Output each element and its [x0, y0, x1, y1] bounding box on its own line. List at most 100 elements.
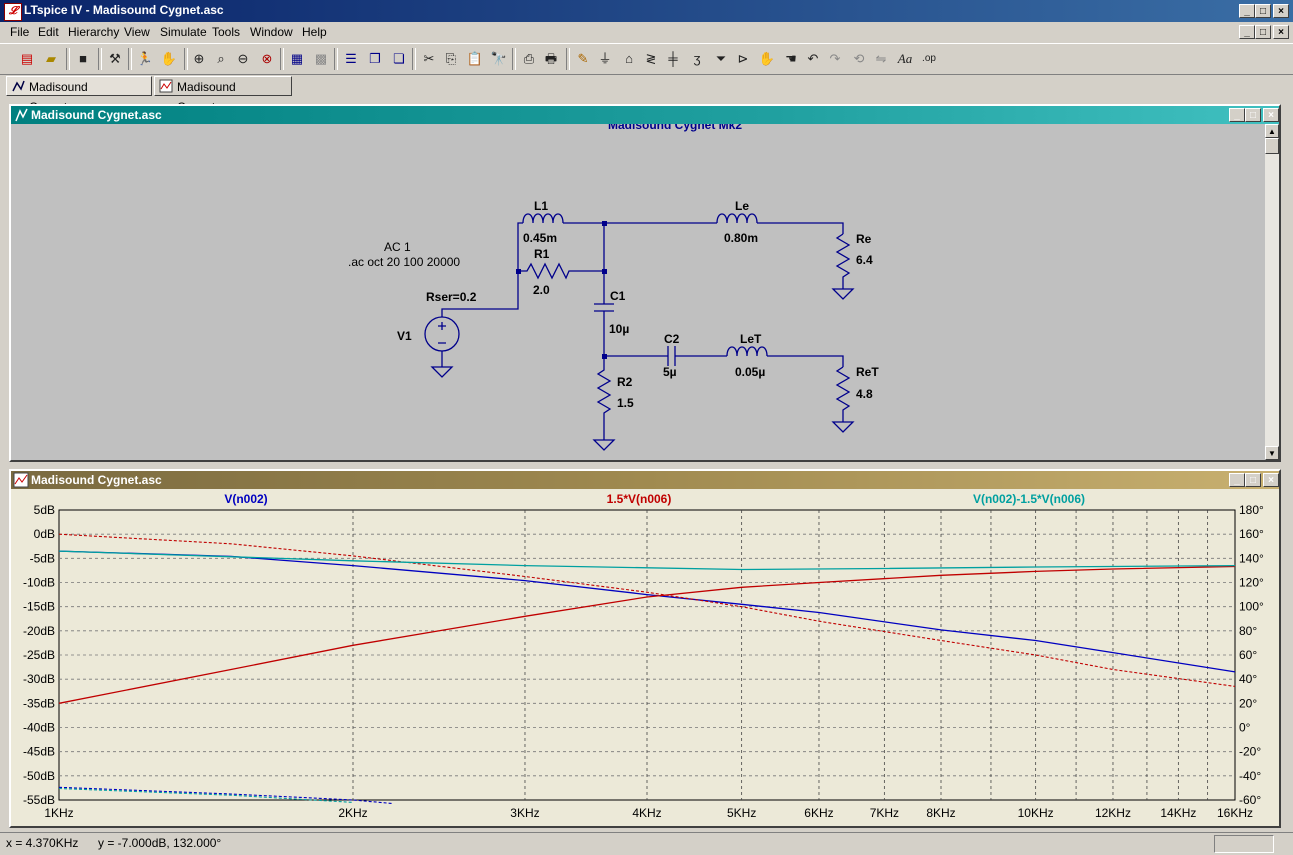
ret-value[interactable]: 4.8: [856, 387, 873, 401]
x-tick-label: 14KHz: [1160, 806, 1196, 820]
le-name[interactable]: Le: [735, 199, 749, 213]
capacitor-icon[interactable]: ╪: [662, 49, 684, 69]
mirror-icon[interactable]: ⇋: [870, 49, 892, 69]
tile-vertical-icon[interactable]: ❏: [388, 49, 410, 69]
l1-name[interactable]: L1: [534, 199, 548, 213]
schematic-close-button[interactable]: ×: [1263, 108, 1279, 122]
scroll-down-button[interactable]: ▼: [1265, 446, 1279, 460]
title-bar[interactable]: 𝓛 LTspice IV - Madisound Cygnet.asc _ □ …: [0, 0, 1293, 22]
bode-plot[interactable]: 5dB 0dB -5dB -10dB -15dB -20dB -25dB -30dB -35dB…: [11, 489, 1279, 826]
tile-horizontal-icon[interactable]: ☰: [340, 49, 362, 69]
x-tick-label: 2KHz: [338, 806, 367, 820]
mdi-minimize-button[interactable]: _: [1239, 25, 1255, 39]
zoom-in-icon[interactable]: ⊕: [188, 49, 210, 69]
waveform-maximize-button[interactable]: □: [1245, 473, 1261, 487]
l1-value[interactable]: 0.45m: [523, 231, 557, 245]
menu-window[interactable]: Window: [250, 25, 293, 39]
zoom-out-icon[interactable]: ⊖: [232, 49, 254, 69]
mdi-close-button[interactable]: ×: [1273, 25, 1289, 39]
c2-value[interactable]: 5µ: [663, 365, 677, 379]
c1-value[interactable]: 10µ: [609, 322, 629, 336]
autorange-icon[interactable]: ▦: [286, 49, 308, 69]
waveform-window-titlebar[interactable]: Madisound Cygnet.asc _ □ ×: [11, 471, 1279, 489]
menu-edit[interactable]: Edit: [38, 25, 59, 39]
scroll-thumb[interactable]: [1265, 138, 1279, 154]
menu-tools[interactable]: Tools: [212, 25, 240, 39]
wire-icon[interactable]: ✎: [572, 49, 594, 69]
schematic-scrollbar[interactable]: ▲ ▼: [1265, 124, 1279, 460]
component-icon[interactable]: ⊳: [732, 49, 754, 69]
find-icon[interactable]: 🔭: [488, 49, 510, 69]
v1-param[interactable]: Rser=0.2: [426, 290, 476, 304]
redo-icon[interactable]: ↷: [824, 49, 846, 69]
le-value[interactable]: 0.80m: [724, 231, 758, 245]
close-button[interactable]: ×: [1273, 4, 1289, 18]
inductor-icon[interactable]: ʒ: [686, 49, 708, 69]
ret-name[interactable]: ReT: [856, 365, 879, 379]
waveform-close-button[interactable]: ×: [1263, 473, 1279, 487]
zoom-cancel-icon[interactable]: ⊗: [256, 49, 278, 69]
open-icon[interactable]: ▰: [40, 49, 62, 69]
undo-icon[interactable]: ↶: [802, 49, 824, 69]
diode-icon[interactable]: ⏷: [710, 49, 732, 69]
y-left-tick-label: -20dB: [23, 624, 55, 638]
scroll-up-button[interactable]: ▲: [1265, 124, 1279, 138]
menu-hierarchy[interactable]: Hierarchy: [68, 25, 119, 39]
halt-icon[interactable]: ✋: [158, 49, 180, 69]
label-icon[interactable]: ⌂: [618, 49, 640, 69]
menu-file[interactable]: File: [10, 25, 29, 39]
re-value[interactable]: 6.4: [856, 253, 873, 267]
re-name[interactable]: Re: [856, 232, 871, 246]
move-icon[interactable]: ✋: [756, 49, 778, 69]
maximize-button[interactable]: □: [1255, 4, 1271, 18]
c1-name[interactable]: C1: [610, 289, 625, 303]
c2-name[interactable]: C2: [664, 332, 679, 346]
print-icon[interactable]: 🖶: [540, 49, 562, 69]
r1-name[interactable]: R1: [534, 247, 549, 261]
cut-icon[interactable]: ✂: [418, 49, 440, 69]
schematic-canvas[interactable]: Madisound Cygnet Mk2 AC 1 .ac oct 20 100…: [11, 124, 1265, 460]
menu-simulate[interactable]: Simulate: [160, 25, 207, 39]
run-icon[interactable]: 🏃: [134, 49, 156, 69]
spice-directive-icon[interactable]: .op: [918, 49, 940, 69]
r1-value[interactable]: 2.0: [533, 283, 550, 297]
ac-source-directive[interactable]: AC 1: [384, 240, 411, 254]
schematic-window[interactable]: Madisound Cygnet.asc _ □ × Madisound Cyg…: [9, 104, 1281, 462]
text-icon[interactable]: Aa: [894, 49, 916, 69]
menu-view[interactable]: View: [124, 25, 150, 39]
cascade-icon[interactable]: ❐: [364, 49, 386, 69]
ltspice-logo-icon[interactable]: 𝓛: [4, 3, 22, 21]
zoom-area-icon[interactable]: ⌕: [210, 49, 232, 69]
let-name[interactable]: LeT: [740, 332, 761, 346]
schematic-maximize-button[interactable]: □: [1245, 108, 1261, 122]
ground-icon[interactable]: ⏚: [594, 49, 616, 69]
menu-help[interactable]: Help: [302, 25, 327, 39]
grid-icon[interactable]: ▩: [310, 49, 332, 69]
schematic-minimize-button[interactable]: _: [1229, 108, 1245, 122]
waveform-window[interactable]: Madisound Cygnet.asc _ □ × 5dB 0dB -5dB -10…: [9, 469, 1281, 828]
y-left-tick-label: -50dB: [23, 769, 55, 783]
waveform-minimize-button[interactable]: _: [1229, 473, 1245, 487]
tab-waveform[interactable]: Madisound Cygnet.asc: [154, 76, 292, 114]
plot-pane[interactable]: 5dB 0dB -5dB -10dB -15dB -20dB -25dB -30dB -35dB…: [11, 489, 1279, 826]
let-value[interactable]: 0.05µ: [735, 365, 765, 379]
r2-name[interactable]: R2: [617, 375, 632, 389]
v1-name[interactable]: V1: [397, 329, 412, 343]
ac-sim-directive[interactable]: .ac oct 20 100 20000: [348, 255, 460, 269]
r2-value[interactable]: 1.5: [617, 396, 634, 410]
control-panel-icon[interactable]: ⚒: [104, 49, 126, 69]
mdi-restore-button[interactable]: □: [1255, 25, 1271, 39]
schematic-window-titlebar[interactable]: Madisound Cygnet.asc _ □ ×: [11, 106, 1279, 124]
schematic-drawing: [424, 213, 855, 451]
schematic-header-text[interactable]: Madisound Cygnet Mk2: [608, 124, 742, 132]
new-schematic-icon[interactable]: ▤: [16, 49, 38, 69]
print-preview-icon[interactable]: ⎙: [518, 49, 540, 69]
save-icon[interactable]: ■: [72, 49, 94, 69]
paste-icon[interactable]: 📋: [464, 49, 486, 69]
copy-icon[interactable]: ⎘: [440, 49, 462, 69]
resistor-icon[interactable]: ≷: [640, 49, 662, 69]
tab-schematic[interactable]: Madisound Cygnet.asc: [6, 76, 152, 114]
rotate-icon[interactable]: ⟲: [848, 49, 870, 69]
drag-icon[interactable]: ☚: [780, 49, 802, 69]
minimize-button[interactable]: _: [1239, 4, 1255, 18]
